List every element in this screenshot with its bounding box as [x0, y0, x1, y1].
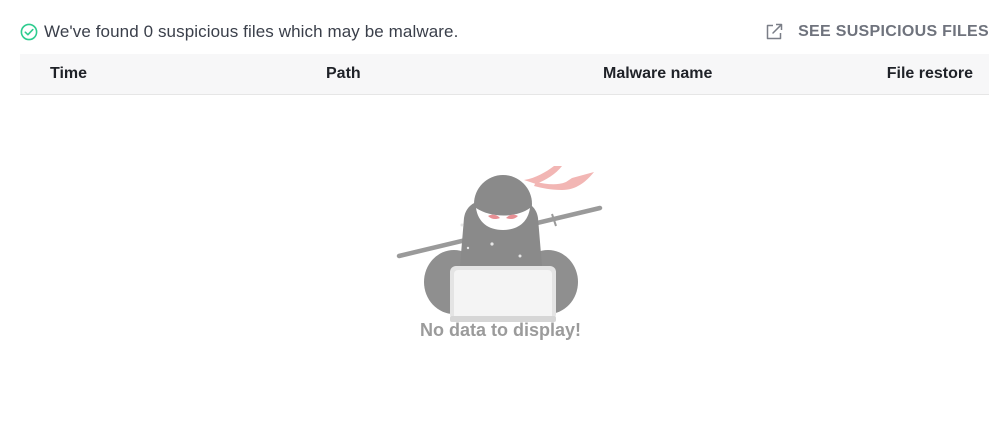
- column-header-malware-name[interactable]: Malware name: [603, 65, 712, 83]
- results-table-header: Time Path Malware name File restore: [20, 54, 989, 95]
- see-suspicious-files-button[interactable]: SEE SUSPICIOUS FILES: [764, 22, 989, 42]
- results-toolbar: We've found 0 suspicious files which may…: [20, 18, 989, 46]
- column-header-path[interactable]: Path: [326, 65, 361, 83]
- see-suspicious-files-label: SEE SUSPICIOUS FILES: [798, 23, 989, 40]
- check-circle-icon: [20, 23, 38, 41]
- empty-state: No data to display!: [0, 160, 1001, 360]
- column-header-time[interactable]: Time: [50, 65, 87, 83]
- scan-status: We've found 0 suspicious files which may…: [20, 22, 458, 42]
- scan-status-text: We've found 0 suspicious files which may…: [44, 22, 459, 41]
- ninja-laptop-illustration: [396, 166, 603, 322]
- empty-state-message: No data to display!: [419, 320, 581, 340]
- malware-scan-results: We've found 0 suspicious files which may…: [0, 0, 1001, 434]
- column-header-file-restore[interactable]: File restore: [887, 65, 973, 83]
- external-link-icon: [764, 22, 784, 42]
